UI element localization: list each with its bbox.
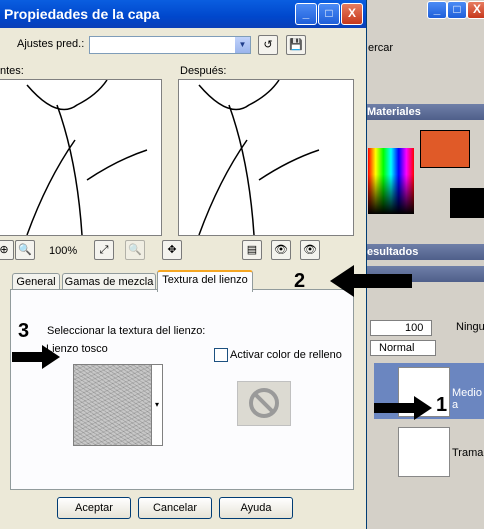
presets-label: Ajustes pred.: — [17, 38, 85, 50]
canvas-texture-panel — [10, 289, 354, 490]
annotation-3: 3 — [18, 320, 30, 342]
background-color-swatch[interactable] — [450, 188, 484, 218]
lock-eye-icon[interactable]: 👁 — [271, 240, 291, 260]
app-titlebar: _ □ X — [367, 0, 484, 22]
arrow-1-icon — [374, 396, 432, 420]
foreground-color-swatch[interactable] — [420, 130, 470, 168]
arrow-2-icon — [330, 265, 412, 297]
menu-item-about[interactable]: ercar — [368, 42, 393, 54]
blend-mode-select[interactable]: Normal — [370, 340, 436, 356]
cancel-button[interactable]: Cancelar — [138, 497, 212, 519]
close-button[interactable]: X — [341, 3, 363, 25]
fill-color-label: Activar color de relleno — [230, 349, 342, 361]
title-bar[interactable]: Propiedades de la capa _ □ X — [0, 0, 366, 28]
dialog-title: Propiedades de la capa — [4, 6, 160, 22]
materials-panel-title: Materiales — [367, 104, 484, 120]
before-preview[interactable] — [0, 79, 162, 236]
app-maximize-button[interactable]: □ — [447, 1, 467, 19]
save-preset-button[interactable]: 💾 — [286, 35, 306, 55]
zoom-out-icon[interactable]: 🔍 — [125, 240, 145, 260]
zoom-fit-icon[interactable]: ⤢ — [94, 240, 114, 260]
eye-icon[interactable]: 👁 — [300, 240, 320, 260]
after-label: Después: — [180, 65, 227, 77]
chevron-down-icon[interactable]: ▼ — [235, 37, 250, 53]
move-icon[interactable]: ✥ — [162, 240, 182, 260]
fill-color-swatch[interactable] — [237, 381, 291, 426]
chevron-down-icon[interactable]: ▾ — [151, 365, 162, 445]
tulip-drawing — [198, 79, 320, 236]
help-button[interactable]: Ayuda — [219, 497, 293, 519]
layer-properties-dialog: Propiedades de la capa _ □ X Ajustes pre… — [0, 0, 367, 529]
app-minimize-button[interactable]: _ — [427, 1, 447, 19]
before-label: ntes: — [0, 65, 24, 77]
layer-row[interactable]: Trama — [374, 423, 484, 479]
app-close-button[interactable]: X — [467, 1, 484, 19]
arrow-3-icon — [12, 345, 60, 369]
color-spectrum[interactable] — [368, 148, 414, 214]
layer-thumbnail — [398, 427, 450, 477]
lock-label: Ninguno — [456, 321, 484, 333]
zoom-in-icon[interactable]: 🔍 — [15, 240, 35, 260]
tab-blend-ranges[interactable]: Gamas de mezcla — [62, 273, 156, 290]
opacity-value: 100 — [405, 322, 424, 334]
fill-color-checkbox[interactable] — [214, 348, 228, 362]
after-preview[interactable] — [178, 79, 354, 236]
minimize-button[interactable]: _ — [295, 3, 317, 25]
zoom-level: 100% — [49, 245, 78, 257]
pan-icon[interactable]: ⊕ — [0, 240, 14, 260]
presets-combo[interactable]: ▼ — [89, 36, 251, 54]
spectrum-shade — [368, 148, 414, 214]
materials-title: Materiales — [367, 106, 421, 118]
layer-name: Trama — [452, 447, 484, 459]
annotation-1: 1 — [436, 394, 448, 416]
tab-general[interactable]: General — [12, 273, 60, 290]
results-panel-title: esultados — [367, 244, 484, 260]
tulip-drawing — [26, 79, 148, 236]
tab-canvas-texture[interactable]: Textura del lienzo — [157, 270, 253, 292]
ok-button[interactable]: Aceptar — [57, 497, 131, 519]
annotation-2: 2 — [294, 270, 306, 292]
layer-name: Medio a — [452, 387, 482, 411]
none-icon — [249, 388, 279, 418]
results-title: esultados — [367, 246, 419, 258]
preview-toggle-icon[interactable]: ▤ — [242, 240, 262, 260]
reset-preset-button[interactable]: ↺ — [258, 35, 278, 55]
maximize-button[interactable]: □ — [318, 3, 340, 25]
blend-mode-value: Normal — [379, 342, 415, 354]
texture-swatch[interactable]: ▾ — [73, 364, 163, 446]
opacity-field[interactable]: 100 — [370, 320, 432, 336]
texture-prompt: Seleccionar la textura del lienzo: — [47, 325, 206, 337]
